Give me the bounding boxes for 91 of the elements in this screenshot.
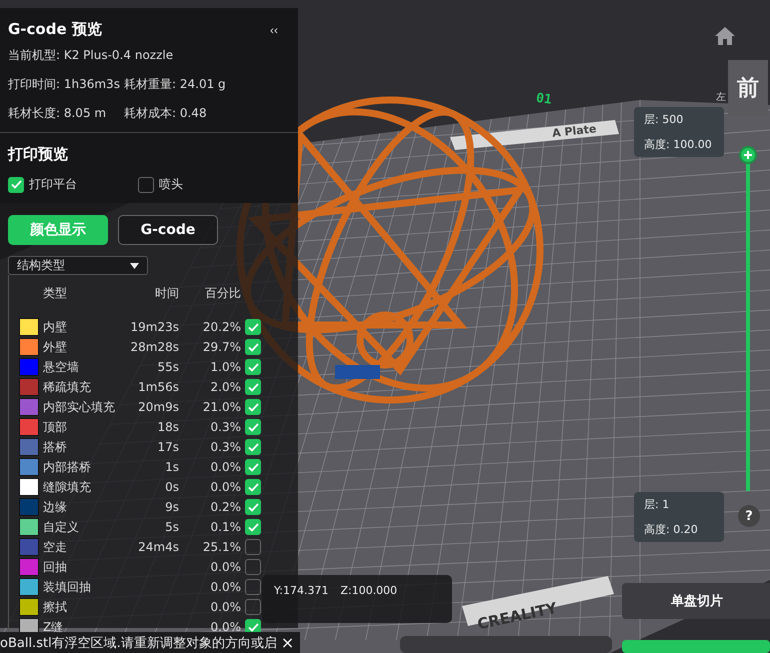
- percent-value: 0.0%: [210, 600, 241, 614]
- height-text: 高度: 0.20: [644, 522, 699, 537]
- checkbox[interactable]: [245, 419, 261, 435]
- percent-value: 0.3%: [210, 420, 241, 434]
- time-value: 5s: [164, 520, 179, 534]
- option-label: 打印平台: [29, 176, 77, 193]
- machine-text: 当前机型: K2 Plus-0.4 nozzle: [8, 47, 174, 64]
- close-button[interactable]: ×: [276, 633, 298, 652]
- checkbox[interactable]: [245, 599, 261, 615]
- column-header: 百分比: [204, 285, 241, 302]
- checkbox[interactable]: [245, 499, 261, 515]
- type-name: 悬空墙: [43, 358, 80, 376]
- percent-value: 0.0%: [210, 620, 241, 634]
- type-name: 空走: [43, 538, 68, 556]
- time-value: 1s: [164, 460, 179, 474]
- collapse-button[interactable]: ‹‹: [258, 22, 290, 36]
- percent-value: 21.0%: [202, 400, 241, 414]
- checkbox[interactable]: [245, 579, 261, 595]
- column-header: 时间: [154, 285, 179, 302]
- percent-value: 0.0%: [210, 460, 241, 474]
- type-name: 内部搭桥: [43, 458, 92, 476]
- checkbox[interactable]: [245, 379, 261, 395]
- percent-value: 0.0%: [210, 480, 241, 494]
- coordinate-text: Y:174.371: [274, 584, 328, 599]
- plate-label: A Plate: [552, 122, 597, 140]
- checkbox[interactable]: [138, 176, 154, 192]
- time-value: 20m9s: [137, 400, 179, 414]
- cube-left-label: 左: [716, 91, 726, 104]
- stat-text: 耗材长度: 8.05 m: [8, 105, 108, 122]
- type-name: 自定义: [43, 518, 80, 536]
- type-name: 擦拭: [43, 598, 68, 616]
- type-name: 搭桥: [43, 438, 68, 456]
- panel-title: G-code 预览: [8, 20, 102, 39]
- checkbox[interactable]: [245, 519, 261, 535]
- home-icon[interactable]: [714, 26, 736, 46]
- stat-text: 打印时间: 1h36m3s: [8, 76, 121, 93]
- checkbox[interactable]: [245, 319, 261, 335]
- time-value: 17s: [156, 440, 179, 454]
- view-type-dropdown[interactable]: 结构类型: [8, 256, 148, 275]
- checkbox[interactable]: [245, 559, 261, 575]
- percent-value: 29.7%: [202, 340, 241, 354]
- section-title: 打印预览: [8, 145, 69, 164]
- checkbox[interactable]: [245, 479, 261, 495]
- coordinate-text: Z:100.000: [340, 584, 398, 599]
- checkbox[interactable]: [245, 439, 261, 455]
- time-value: 9s: [164, 500, 179, 514]
- time-value: 18s: [156, 420, 179, 434]
- type-name: 边缘: [43, 498, 68, 516]
- checkbox[interactable]: [245, 539, 261, 555]
- height-text: 高度: 100.00: [644, 137, 713, 152]
- checkbox[interactable]: [8, 176, 24, 192]
- percent-value: 25.1%: [202, 540, 241, 554]
- view-cube[interactable]: 前: [728, 60, 768, 116]
- percent-value: 0.3%: [210, 440, 241, 454]
- time-value: 28m28s: [130, 340, 179, 354]
- type-name: 缝隙填充: [43, 478, 92, 496]
- layer-text: 层: 500: [644, 112, 684, 127]
- checkbox[interactable]: [245, 359, 261, 375]
- stat-text: 耗材重量: 24.01 g: [124, 76, 227, 93]
- slice-plate-button[interactable]: 单盘切片: [622, 583, 770, 619]
- plate-number: 01: [535, 90, 553, 108]
- type-name: Z缝: [43, 618, 64, 636]
- percent-value: 1.0%: [210, 360, 241, 374]
- layer-text: 层: 1: [644, 497, 670, 512]
- percent-value: 0.0%: [210, 580, 241, 594]
- option-label: 喷头: [159, 176, 183, 193]
- checkbox[interactable]: [245, 399, 261, 415]
- mode-tab[interactable]: G-code: [118, 215, 218, 245]
- stat-text: 耗材成本: 0.48: [124, 105, 208, 122]
- type-name: 内部实心填充: [43, 398, 116, 416]
- type-name: 顶部: [43, 418, 68, 436]
- type-name: 装填回抽: [43, 578, 92, 596]
- type-name: 内壁: [43, 318, 68, 336]
- percent-value: 2.0%: [210, 380, 241, 394]
- notification-text: oBall.stl有浮空区域.请重新调整对象的方向或启: [0, 634, 277, 652]
- time-value: 19m23s: [130, 320, 179, 334]
- caret-icon: [130, 262, 139, 268]
- type-name: 外壁: [43, 338, 68, 356]
- time-value: 24m4s: [137, 540, 179, 554]
- percent-value: 0.1%: [210, 520, 241, 534]
- checkbox[interactable]: [245, 459, 261, 475]
- percent-value: 0.0%: [210, 560, 241, 574]
- percent-value: 20.2%: [202, 320, 241, 334]
- type-name: 回抽: [43, 558, 68, 576]
- percent-value: 0.2%: [210, 500, 241, 514]
- checkbox[interactable]: [245, 339, 261, 355]
- time-value: 0s: [164, 480, 179, 494]
- column-header: 类型: [43, 285, 68, 302]
- time-value: 55s: [156, 360, 179, 374]
- type-name: 稀疏填充: [43, 378, 92, 396]
- time-value: 1m56s: [137, 380, 179, 394]
